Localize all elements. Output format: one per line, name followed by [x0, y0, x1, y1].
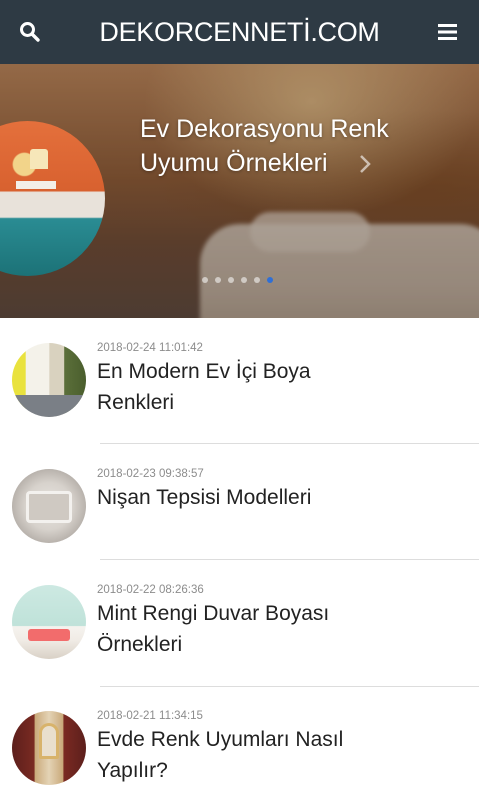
- article-thumbnail[interactable]: [12, 469, 86, 543]
- slider-dot[interactable]: [254, 277, 260, 283]
- thumbnail-tray: [26, 491, 72, 523]
- divider: [100, 686, 479, 687]
- article-date: 2018-02-24 11:01:42: [97, 342, 203, 354]
- slider-dot-active[interactable]: [267, 277, 273, 283]
- article-date: 2018-02-23 09:38:57: [97, 468, 204, 480]
- article-title[interactable]: En Modern Ev İçi Boya Renkleri: [97, 356, 347, 418]
- article-date: 2018-02-21 11:34:15: [97, 710, 203, 722]
- slider-pagination: [202, 277, 273, 283]
- article-title[interactable]: Mint Rengi Duvar Boyası Örnekleri: [97, 598, 347, 660]
- site-logo[interactable]: DEKORCENNETİ.COM: [99, 17, 380, 48]
- thumbnail-floor: [12, 394, 86, 417]
- article-thumbnail[interactable]: [12, 711, 86, 785]
- chevron-right-icon[interactable]: [358, 153, 372, 175]
- slider-dot[interactable]: [215, 277, 221, 283]
- list-item[interactable]: 2018-02-23 09:38:57 Nişan Tepsisi Modell…: [0, 462, 479, 572]
- hamburger-menu-icon[interactable]: [437, 21, 461, 43]
- article-thumbnail[interactable]: [12, 585, 86, 659]
- thumbnail-sofa: [28, 629, 70, 641]
- thumbnail-lamp: [30, 149, 48, 169]
- article-date: 2018-02-22 08:26:36: [97, 584, 204, 596]
- thumbnail-table: [16, 181, 56, 189]
- divider: [100, 443, 479, 444]
- slider-dot[interactable]: [228, 277, 234, 283]
- list-item[interactable]: 2018-02-22 08:26:36 Mint Rengi Duvar Boy…: [0, 578, 479, 688]
- thumbnail-mirror: [39, 723, 59, 759]
- slider-dot[interactable]: [202, 277, 208, 283]
- article-thumbnail[interactable]: [12, 343, 86, 417]
- search-icon[interactable]: [18, 20, 42, 44]
- featured-title[interactable]: Ev Dekorasyonu Renk Uyumu Örnekleri: [140, 112, 440, 180]
- top-bar: DEKORCENNETİ.COM: [0, 0, 479, 64]
- article-title[interactable]: Evde Renk Uyumları Nasıl Yapılır?: [97, 724, 347, 786]
- divider: [100, 559, 479, 560]
- list-item[interactable]: 2018-02-21 11:34:15 Evde Renk Uyumları N…: [0, 704, 479, 800]
- list-item[interactable]: 2018-02-24 11:01:42 En Modern Ev İçi Boy…: [0, 336, 479, 446]
- featured-slider[interactable]: Ev Dekorasyonu Renk Uyumu Örnekleri: [0, 64, 479, 318]
- article-title[interactable]: Nişan Tepsisi Modelleri: [97, 482, 347, 513]
- slider-dot[interactable]: [241, 277, 247, 283]
